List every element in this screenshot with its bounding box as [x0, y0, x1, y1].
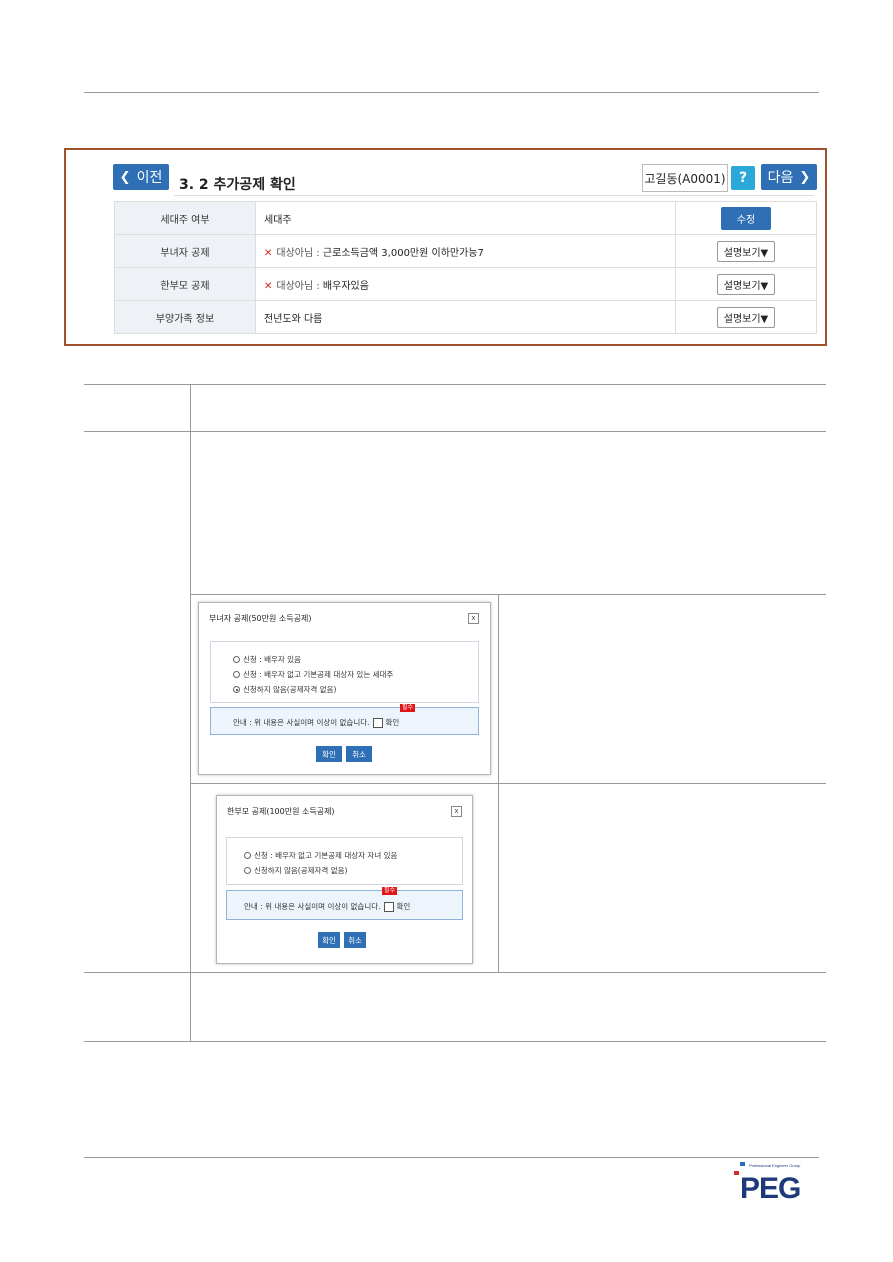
notice-box: 안내 : 위 내용은 사실이며 이상이 없습니다. 확인 필수	[210, 704, 479, 735]
row-status: 대상아님 :	[276, 280, 323, 292]
explain-button[interactable]: 설명보기▼	[716, 306, 776, 328]
doc-table-rule	[190, 594, 826, 595]
option-label: 신청 : 배우자 있음	[243, 655, 301, 664]
svg-text:Professional Engineer Group: Professional Engineer Group	[749, 1163, 801, 1168]
radio-option[interactable]: 신청 : 배우자 있음	[233, 654, 301, 665]
explain-button[interactable]: 설명보기▼	[716, 240, 776, 262]
row-label: 부양가족 정보	[114, 300, 256, 334]
table-row: 한부모 공제 ✕ 대상아님 : 배우자있음 설명보기▼	[114, 267, 817, 301]
confirm-checkbox[interactable]	[372, 717, 383, 728]
ok-button[interactable]: 확인	[316, 746, 342, 762]
x-mark-icon: ✕	[264, 247, 273, 259]
section-title: 3. 2 추가공제 확인	[179, 177, 296, 193]
title-underline	[174, 195, 814, 196]
row-value: 배우자있음	[322, 280, 369, 292]
women-deduction-dialog: 부녀자 공제(50만원 소득공제) x 신청 : 배우자 있음 신청 : 배우자…	[198, 602, 491, 775]
notice-text: 안내 : 위 내용은 사실이며 이상이 없습니다.	[244, 902, 381, 911]
table-row: 세대주 여부 세대주 수정	[114, 201, 817, 235]
row-status: 대상아님 :	[276, 247, 323, 259]
cancel-button[interactable]: 취소	[346, 746, 372, 762]
dialog-title: 한부모 공제(100만원 소득공제)	[227, 807, 335, 816]
row-value: 세대주	[255, 201, 676, 235]
checkbox-label: 확인	[385, 718, 400, 727]
svg-text:PEG: PEG	[740, 1172, 800, 1201]
radio-option[interactable]: 신청하지 않음(공제자격 없음)	[233, 684, 336, 695]
doc-table-rule	[84, 972, 826, 973]
radio-option[interactable]: 신청 : 배우자 없고 기본공제 대상자 있는 세대주	[233, 669, 393, 680]
next-button-label: 다음	[767, 170, 794, 186]
screen-capture-frame: ❮ 이전 3. 2 추가공제 확인 고길동(A0001) ? 다음 ❯ 세대주 …	[64, 148, 827, 346]
ok-button[interactable]: 확인	[318, 932, 340, 948]
radio-icon	[233, 656, 240, 663]
notice-text: 안내 : 위 내용은 사실이며 이상이 없습니다.	[233, 718, 370, 727]
single-parent-dialog: 한부모 공제(100만원 소득공제) x 신청 : 배우자 없고 기본공제 대상…	[216, 795, 473, 964]
option-label: 신청하지 않음(공제자격 없음)	[243, 685, 337, 694]
prev-button[interactable]: ❮ 이전	[113, 164, 169, 190]
radio-option[interactable]: 신청 : 배우자 없고 기본공제 대상자 자녀 있음	[244, 850, 397, 861]
row-label: 한부모 공제	[114, 267, 256, 301]
option-label: 신청 : 배우자 없고 기본공제 대상자 자녀 있음	[254, 851, 398, 860]
table-row: 부녀자 공제 ✕ 대상아님 : 근로소득금액 3,000만원 이하만가능7 설명보…	[114, 234, 817, 268]
radio-option[interactable]: 신청하지 않음(공제자격 없음)	[244, 865, 347, 876]
close-icon[interactable]: x	[468, 613, 479, 624]
doc-table-divider	[498, 594, 499, 972]
doc-table-divider	[190, 384, 191, 1041]
row-label: 세대주 여부	[114, 201, 256, 235]
doc-table-rule	[190, 783, 826, 784]
checkbox-label: 확인	[396, 902, 411, 911]
next-button[interactable]: 다음 ❯	[761, 164, 817, 190]
edit-button[interactable]: 수정	[720, 206, 772, 230]
row-label: 부녀자 공제	[114, 234, 256, 268]
confirm-checkbox[interactable]	[383, 901, 394, 912]
radio-icon	[244, 867, 251, 874]
row-value: 전년도와 다름	[255, 300, 676, 334]
help-button[interactable]: ?	[731, 166, 755, 190]
peg-logo: Professional Engineer Group PEG	[734, 1161, 816, 1205]
footer-rule	[84, 1157, 819, 1158]
required-badge: 필수	[400, 704, 416, 712]
required-badge: 필수	[382, 887, 398, 895]
doc-table-rule	[84, 1041, 826, 1042]
cancel-button[interactable]: 취소	[344, 932, 366, 948]
table-row: 부양가족 정보 전년도와 다름 설명보기▼	[114, 300, 817, 334]
deduction-table: 세대주 여부 세대주 수정 부녀자 공제 ✕ 대상아님 : 근로소득금액 3,00…	[114, 201, 817, 334]
explain-button[interactable]: 설명보기▼	[716, 273, 776, 295]
prev-button-label: 이전	[136, 170, 163, 186]
dialog-title: 부녀자 공제(50만원 소득공제)	[209, 614, 312, 623]
radio-icon	[244, 852, 251, 859]
x-mark-icon: ✕	[264, 280, 273, 292]
header-rule	[84, 92, 819, 93]
doc-table-rule	[84, 384, 826, 385]
option-label: 신청 : 배우자 없고 기본공제 대상자 있는 세대주	[243, 670, 394, 679]
row-value: 근로소득금액 3,000만원 이하만가능7	[322, 247, 484, 259]
notice-box: 안내 : 위 내용은 사실이며 이상이 없습니다. 확인 필수	[226, 887, 463, 920]
chevron-right-icon: ❯	[799, 169, 811, 185]
close-icon[interactable]: x	[451, 806, 462, 817]
option-label: 신청하지 않음(공제자격 없음)	[254, 866, 348, 875]
user-badge: 고길동(A0001)	[642, 164, 728, 192]
options-box: 신청 : 배우자 있음 신청 : 배우자 없고 기본공제 대상자 있는 세대주 …	[210, 641, 479, 703]
chevron-left-icon: ❮	[119, 169, 131, 185]
radio-icon	[233, 671, 240, 678]
doc-table-rule	[84, 431, 826, 432]
options-box: 신청 : 배우자 없고 기본공제 대상자 자녀 있음 신청하지 않음(공제자격 …	[226, 837, 463, 885]
radio-selected-icon	[233, 686, 240, 693]
